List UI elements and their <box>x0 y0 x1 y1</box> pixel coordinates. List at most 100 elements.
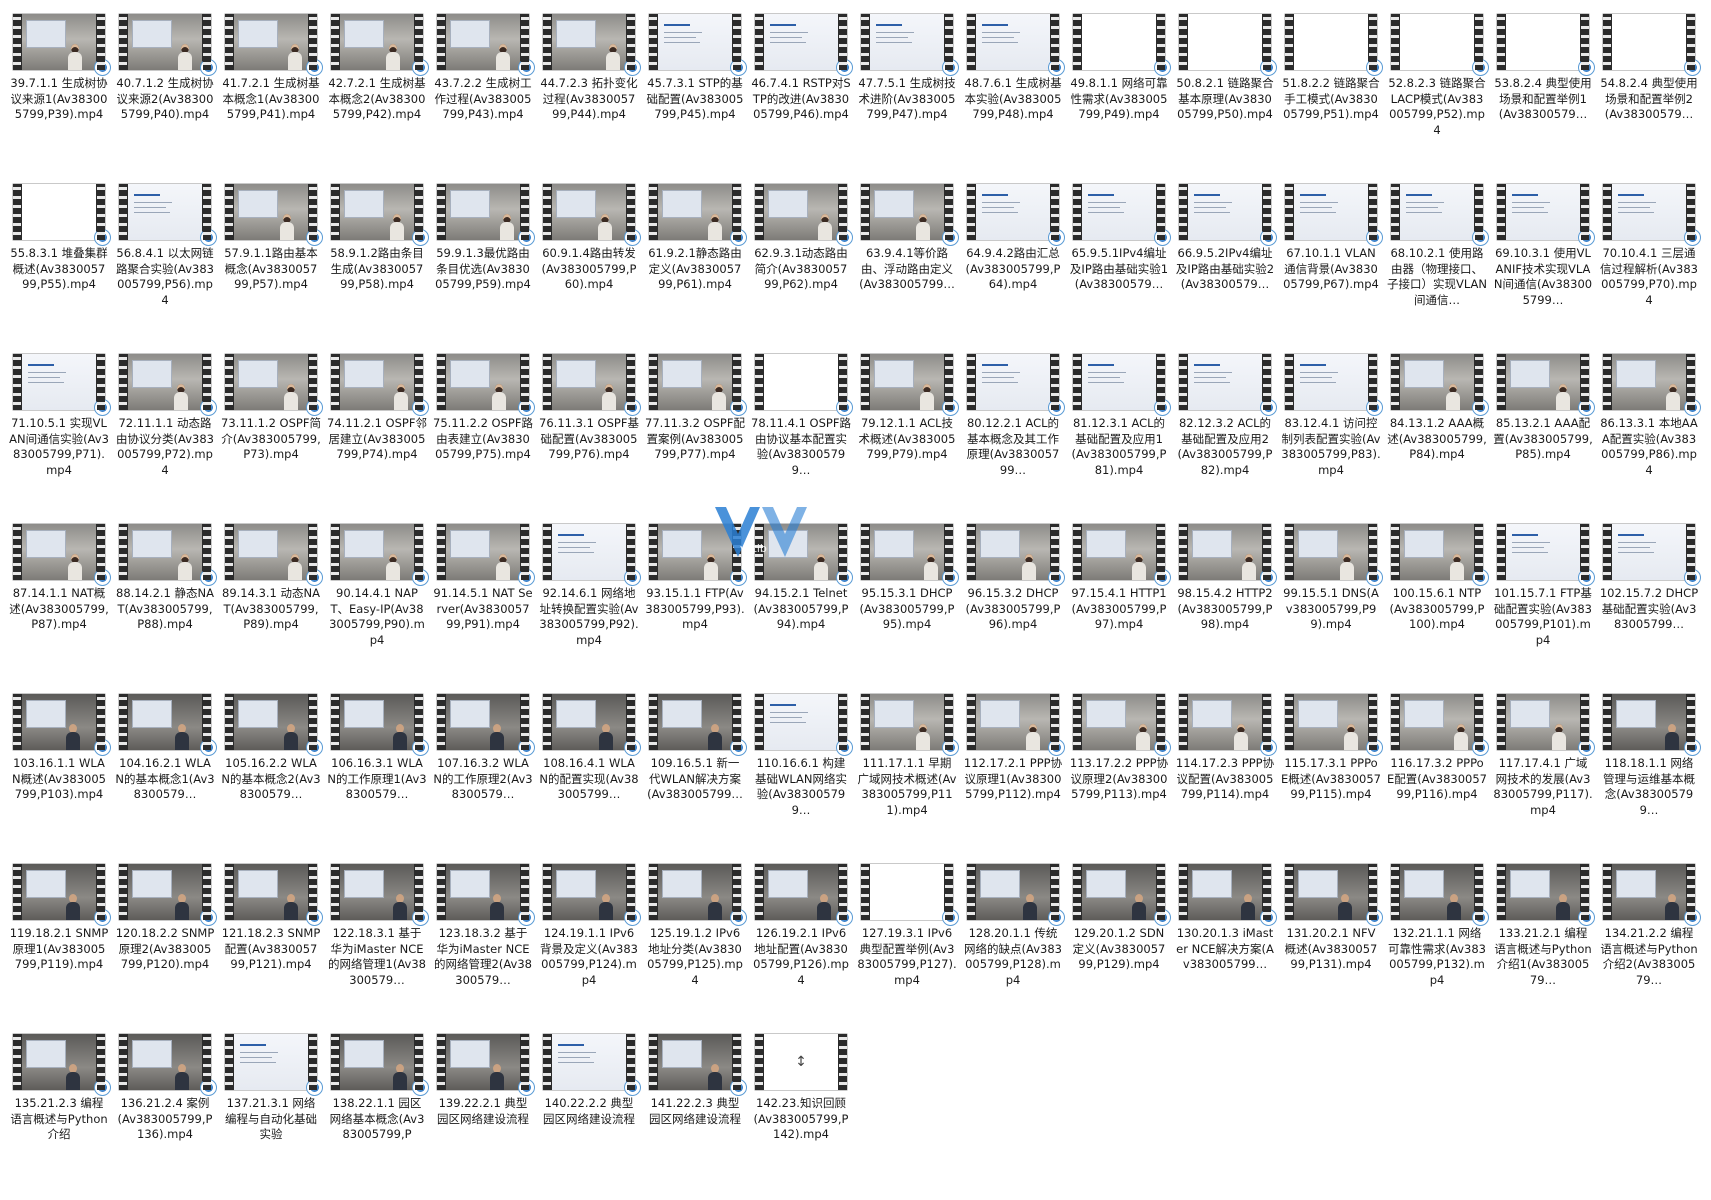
video-file-item[interactable]: 100.15.6.1 NTP(Av383005799,P100).mp4 <box>1384 520 1490 690</box>
video-file-item[interactable]: 126.19.2.1 IPv6地址配置(Av383005799,P126).mp… <box>748 860 854 1030</box>
video-file-item[interactable]: 123.18.3.2 基于华为iMaster NCE的网络管理2(Av38300… <box>430 860 536 1030</box>
video-file-item[interactable]: 87.14.1.1 NAT概述(Av383005799,P87).mp4 <box>6 520 112 690</box>
video-file-item[interactable]: 49.8.1.1 网络可靠性需求(Av383005799,P49).mp4 <box>1066 10 1172 180</box>
video-file-item[interactable]: 57.9.1.1路由基本概念(Av383005799,P57).mp4 <box>218 180 324 350</box>
video-file-item[interactable]: 44.7.2.3 拓扑变化过程(Av383005799,P44).mp4 <box>536 10 642 180</box>
video-file-item[interactable]: 65.9.5.1IPv4编址及IP路由基础实验1(Av38300579… <box>1066 180 1172 350</box>
video-file-item[interactable]: 139.22.2.1 典型园区网络建设流程 <box>430 1030 536 1200</box>
video-file-item[interactable]: 92.14.6.1 网络地址转换配置实验(Av383005799,P92).mp… <box>536 520 642 690</box>
video-file-item[interactable]: 125.19.1.2 IPv6地址分类(Av383005799,P125).mp… <box>642 860 748 1030</box>
video-file-item[interactable]: 104.16.2.1 WLAN的基本概念1(Av38300579… <box>112 690 218 860</box>
video-file-item[interactable]: 117.17.4.1 广域网技术的发展(Av383005799,P117).mp… <box>1490 690 1596 860</box>
video-file-item[interactable]: 80.12.2.1 ACL的基本概念及其工作原理(Av383005799… <box>960 350 1066 520</box>
video-file-item[interactable]: 61.9.2.1静态路由定义(Av383005799,P61).mp4 <box>642 180 748 350</box>
video-file-item[interactable]: 129.20.1.2 SDN定义(Av383005799,P129).mp4 <box>1066 860 1172 1030</box>
video-file-item[interactable]: 94.15.2.1 Telnet(Av383005799,P94).mp4 <box>748 520 854 690</box>
video-file-item[interactable]: 47.7.5.1 生成树技术进阶(Av383005799,P47).mp4 <box>854 10 960 180</box>
video-file-item[interactable]: 107.16.3.2 WLAN的工作原理2(Av38300579… <box>430 690 536 860</box>
video-file-item[interactable]: 64.9.4.2路由汇总(Av383005799,P64).mp4 <box>960 180 1066 350</box>
video-file-item[interactable]: 72.11.1.1 动态路由协议分类(Av383005799,P72).mp4 <box>112 350 218 520</box>
video-file-item[interactable]: 106.16.3.1 WLAN的工作原理1(Av38300579… <box>324 690 430 860</box>
video-file-item[interactable]: 116.17.3.2 PPPoE配置(Av383005799,P116).mp4 <box>1384 690 1490 860</box>
video-file-item[interactable]: 45.7.3.1 STP的基础配置(Av383005799,P45).mp4 <box>642 10 748 180</box>
video-file-item[interactable]: 103.16.1.1 WLAN概述(Av383005799,P103).mp4 <box>6 690 112 860</box>
video-file-item[interactable]: 119.18.2.1 SNMP原理1(Av383005799,P119).mp4 <box>6 860 112 1030</box>
video-file-item[interactable]: 55.8.3.1 堆叠集群概述(Av383005799,P55).mp4 <box>6 180 112 350</box>
video-file-item[interactable]: 137.21.3.1 网络编程与自动化基础实验 <box>218 1030 324 1200</box>
video-file-item[interactable]: 74.11.2.1 OSPF邻居建立(Av383005799,P74).mp4 <box>324 350 430 520</box>
video-file-item[interactable]: 40.7.1.2 生成树协议来源2(Av383005799,P40).mp4 <box>112 10 218 180</box>
video-file-item[interactable]: 127.19.3.1 IPv6典型配置举例(Av383005799,P127).… <box>854 860 960 1030</box>
video-file-item[interactable]: 43.7.2.2 生成树工作过程(Av383005799,P43).mp4 <box>430 10 536 180</box>
video-file-item[interactable]: 77.11.3.2 OSPF配置案例(Av383005799,P77).mp4 <box>642 350 748 520</box>
video-file-item[interactable]: 131.20.2.1 NFV概述(Av383005799,P131).mp4 <box>1278 860 1384 1030</box>
video-file-item[interactable]: 53.8.2.4 典型使用场景和配置举例1(Av38300579… <box>1490 10 1596 180</box>
video-file-item[interactable]: 115.17.3.1 PPPoE概述(Av383005799,P115).mp4 <box>1278 690 1384 860</box>
video-file-item[interactable]: 96.15.3.2 DHCP(Av383005799,P96).mp4 <box>960 520 1066 690</box>
video-file-item[interactable]: 39.7.1.1 生成树协议来源1(Av383005799,P39).mp4 <box>6 10 112 180</box>
video-file-item[interactable]: 75.11.2.2 OSPF路由表建立(Av383005799,P75).mp4 <box>430 350 536 520</box>
video-file-item[interactable]: 134.21.2.2 编程语言概述与Python介绍2(Av38300579… <box>1596 860 1702 1030</box>
video-file-item[interactable]: 130.20.1.3 iMaster NCE解决方案(Av383005799… <box>1172 860 1278 1030</box>
video-file-item[interactable]: 86.13.3.1 本地AAA配置实验(Av383005799,P86).mp4 <box>1596 350 1702 520</box>
video-file-item[interactable]: 58.9.1.2路由条目生成(Av383005799,P58).mp4 <box>324 180 430 350</box>
video-file-item[interactable]: 105.16.2.2 WLAN的基本概念2(Av38300579… <box>218 690 324 860</box>
video-file-item[interactable]: 88.14.2.1 静态NAT(Av383005799,P88).mp4 <box>112 520 218 690</box>
video-file-item[interactable]: 132.21.1.1 网络可靠性需求(Av383005799,P132).mp4 <box>1384 860 1490 1030</box>
video-file-item[interactable]: 111.17.1.1 早期广域网技术概述(Av383005799,P111).m… <box>854 690 960 860</box>
video-file-item[interactable]: 90.14.4.1 NAPT、Easy-IP(Av383005799,P90).… <box>324 520 430 690</box>
video-file-item[interactable]: 101.15.7.1 FTP基础配置实验(Av383005799,P101).m… <box>1490 520 1596 690</box>
video-file-item[interactable]: 62.9.3.1动态路由简介(Av383005799,P62).mp4 <box>748 180 854 350</box>
video-file-item[interactable]: ↕ 142.23.知识回顾(Av383005799,P142).mp4 <box>748 1030 854 1200</box>
video-file-item[interactable]: 112.17.2.1 PPP协议原理1(Av383005799,P112).mp… <box>960 690 1066 860</box>
video-file-item[interactable]: 135.21.2.3 编程语言概述与Python介绍 <box>6 1030 112 1200</box>
video-file-item[interactable]: 46.7.4.1 RSTP对STP的改进(Av383005799,P46).mp… <box>748 10 854 180</box>
video-file-item[interactable]: 84.13.1.2 AAA概述(Av383005799,P84).mp4 <box>1384 350 1490 520</box>
video-file-item[interactable]: 136.21.2.4 案例(Av383005799,P136).mp4 <box>112 1030 218 1200</box>
video-file-item[interactable]: 73.11.1.2 OSPF简介(Av383005799,P73).mp4 <box>218 350 324 520</box>
video-file-item[interactable]: 133.21.2.1 编程语言概述与Python介绍1(Av38300579… <box>1490 860 1596 1030</box>
video-file-item[interactable]: 128.20.1.1 传统网络的缺点(Av383005799,P128).mp4 <box>960 860 1066 1030</box>
video-file-item[interactable]: 66.9.5.2IPv4编址及IP路由基础实验2(Av38300579… <box>1172 180 1278 350</box>
video-file-item[interactable]: 140.22.2.2 典型园区网络建设流程 <box>536 1030 642 1200</box>
video-file-item[interactable]: 70.10.4.1 三层通信过程解析(Av383005799,P70).mp4 <box>1596 180 1702 350</box>
video-file-item[interactable]: 89.14.3.1 动态NAT(Av383005799,P89).mp4 <box>218 520 324 690</box>
video-file-item[interactable]: 97.15.4.1 HTTP1(Av383005799,P97).mp4 <box>1066 520 1172 690</box>
video-file-item[interactable]: 60.9.1.4路由转发(Av383005799,P60).mp4 <box>536 180 642 350</box>
video-file-item[interactable]: 81.12.3.1 ACL的基础配置及应用1(Av383005799,P81).… <box>1066 350 1172 520</box>
video-file-item[interactable]: 67.10.1.1 VLAN通信背景(Av383005799,P67).mp4 <box>1278 180 1384 350</box>
video-file-item[interactable]: 93.15.1.1 FTP(Av383005799,P93).mp4 <box>642 520 748 690</box>
video-file-item[interactable]: 48.7.6.1 生成树基本实验(Av383005799,P48).mp4 <box>960 10 1066 180</box>
video-file-item[interactable]: 76.11.3.1 OSPF基础配置(Av383005799,P76).mp4 <box>536 350 642 520</box>
video-file-item[interactable]: 114.17.2.3 PPP协议配置(Av383005799,P114).mp4 <box>1172 690 1278 860</box>
video-file-item[interactable]: 110.16.6.1 构建基础WLAN网络实验(Av383005799… <box>748 690 854 860</box>
video-file-item[interactable]: 121.18.2.3 SNMP配置(Av383005799,P121).mp4 <box>218 860 324 1030</box>
video-file-item[interactable]: 54.8.2.4 典型使用场景和配置举例2(Av38300579… <box>1596 10 1702 180</box>
video-file-item[interactable]: 109.16.5.1 新一代WLAN解决方案(Av383005799… <box>642 690 748 860</box>
video-file-item[interactable]: 113.17.2.2 PPP协议原理2(Av383005799,P113).mp… <box>1066 690 1172 860</box>
video-file-item[interactable]: 120.18.2.2 SNMP原理2(Av383005799,P120).mp4 <box>112 860 218 1030</box>
video-file-item[interactable]: 78.11.4.1 OSPF路由协议基本配置实验(Av383005799… <box>748 350 854 520</box>
video-file-item[interactable]: 124.19.1.1 IPv6背景及定义(Av383005799,P124).m… <box>536 860 642 1030</box>
video-file-item[interactable]: 63.9.4.1等价路由、浮动路由定义(Av383005799… <box>854 180 960 350</box>
video-file-item[interactable]: 50.8.2.1 链路聚合基本原理(Av383005799,P50).mp4 <box>1172 10 1278 180</box>
video-file-item[interactable]: 51.8.2.2 链路聚合手工模式(Av383005799,P51).mp4 <box>1278 10 1384 180</box>
video-file-item[interactable]: 99.15.5.1 DNS(Av383005799,P99).mp4 <box>1278 520 1384 690</box>
video-file-item[interactable]: 42.7.2.1 生成树基本概念2(Av383005799,P42).mp4 <box>324 10 430 180</box>
video-file-item[interactable]: 59.9.1.3最优路由条目优选(Av383005799,P59).mp4 <box>430 180 536 350</box>
video-file-item[interactable]: 82.12.3.2 ACL的基础配置及应用2(Av383005799,P82).… <box>1172 350 1278 520</box>
video-file-item[interactable]: 118.18.1.1 网络管理与运维基本概念(Av383005799… <box>1596 690 1702 860</box>
video-file-item[interactable]: 79.12.1.1 ACL技术概述(Av383005799,P79).mp4 <box>854 350 960 520</box>
video-file-item[interactable]: 52.8.2.3 链路聚合LACP模式(Av383005799,P52).mp4 <box>1384 10 1490 180</box>
video-file-item[interactable]: 71.10.5.1 实现VLAN间通信实验(Av383005799,P71).m… <box>6 350 112 520</box>
video-file-item[interactable]: 56.8.4.1 以太网链路聚合实验(Av383005799,P56).mp4 <box>112 180 218 350</box>
video-file-item[interactable]: 68.10.2.1 使用路由器（物理接口、子接口）实现VLAN间通信… <box>1384 180 1490 350</box>
video-file-item[interactable]: 102.15.7.2 DHCP基础配置实验(Av383005799… <box>1596 520 1702 690</box>
video-file-item[interactable]: 69.10.3.1 使用VLANIF技术实现VLAN间通信(Av38300579… <box>1490 180 1596 350</box>
video-file-item[interactable]: 108.16.4.1 WLAN的配置实现(Av383005799… <box>536 690 642 860</box>
video-file-item[interactable]: 95.15.3.1 DHCP(Av383005799,P95).mp4 <box>854 520 960 690</box>
video-file-item[interactable]: 138.22.1.1 园区网络基本概念(Av383005799,P <box>324 1030 430 1200</box>
video-file-item[interactable]: 91.14.5.1 NAT Server(Av383005799,P91).mp… <box>430 520 536 690</box>
video-file-item[interactable]: 98.15.4.2 HTTP2(Av383005799,P98).mp4 <box>1172 520 1278 690</box>
video-file-item[interactable]: 122.18.3.1 基于华为iMaster NCE的网络管理1(Av38300… <box>324 860 430 1030</box>
